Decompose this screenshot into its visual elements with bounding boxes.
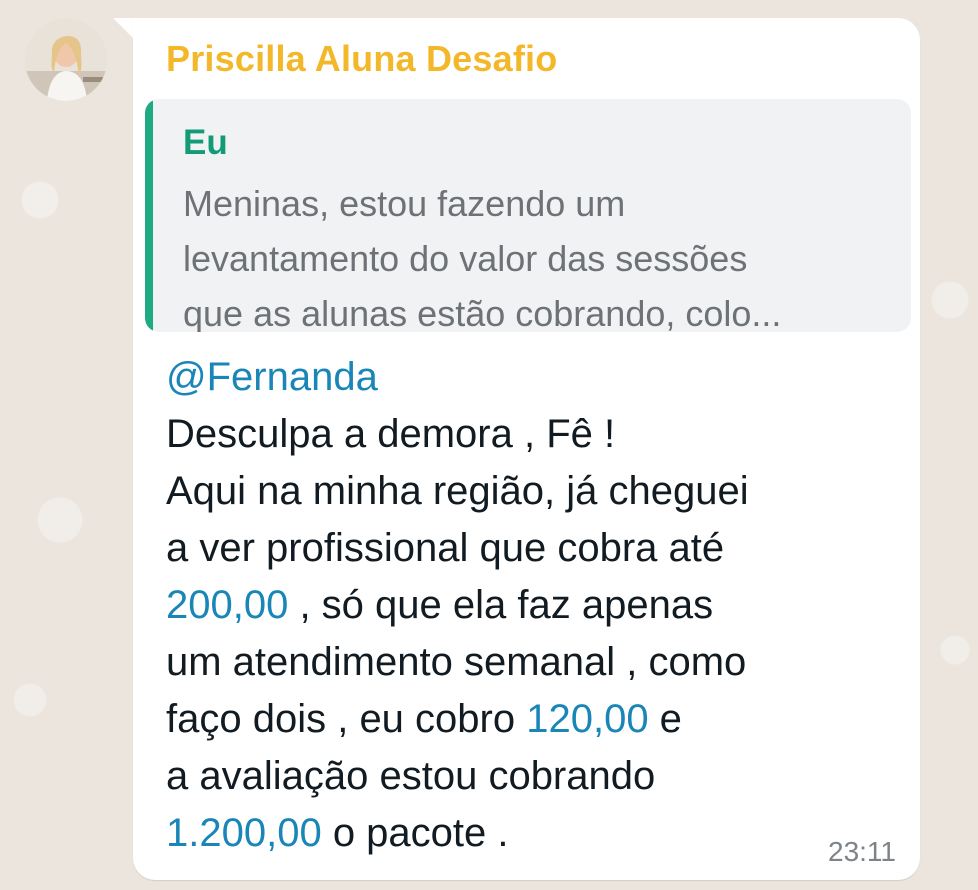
message-text-fragment: o pacote . (321, 811, 509, 855)
quoted-line: que as alunas estão cobrando, colo... (183, 293, 782, 332)
message-text-fragment: e (648, 697, 682, 741)
message-line: Aqui na minha região, já cheguei (166, 469, 749, 513)
message-line: 1.200,00 o pacote . (166, 805, 906, 862)
quoted-line: levantamento do valor das sessões (183, 238, 748, 279)
message-line: a ver profissional que cobra até (166, 526, 725, 570)
phone-number-link[interactable]: 1.200,00 (166, 811, 322, 855)
quote-accent-bar (145, 99, 153, 332)
mention-link[interactable]: @Fernanda (166, 349, 906, 406)
sender-name[interactable]: Priscilla Aluna Desafio (166, 38, 557, 80)
person-photo-icon (25, 19, 107, 101)
quoted-text: Meninas, estou fazendo um levantamento d… (183, 176, 903, 332)
message-line: Desculpa a demora , Fê ! (166, 412, 616, 456)
message-bubble[interactable]: Priscilla Aluna Desafio Eu Meninas, esto… (133, 18, 920, 880)
message-line: a avaliação estou cobrando (166, 754, 656, 798)
message-line: faço dois , eu cobro 120,00 e (166, 691, 906, 748)
quoted-author: Eu (183, 123, 228, 162)
message-text-fragment: , só que ela faz apenas (288, 583, 714, 627)
sender-avatar[interactable] (25, 19, 107, 101)
quoted-message[interactable]: Eu Meninas, estou fazendo um levantament… (145, 99, 911, 332)
phone-number-link[interactable]: 120,00 (526, 697, 648, 741)
message-text-fragment: faço dois , eu cobro (166, 697, 527, 741)
quoted-line: Meninas, estou fazendo um (183, 183, 626, 224)
message-text: @Fernanda Desculpa a demora , Fê ! Aqui … (166, 349, 906, 862)
phone-number-link[interactable]: 200,00 (166, 583, 288, 627)
message-line: 200,00 , só que ela faz apenas (166, 577, 906, 634)
message-timestamp: 23:11 (828, 836, 896, 867)
message-line: um atendimento semanal , como (166, 640, 747, 684)
bubble-tail (113, 18, 135, 40)
